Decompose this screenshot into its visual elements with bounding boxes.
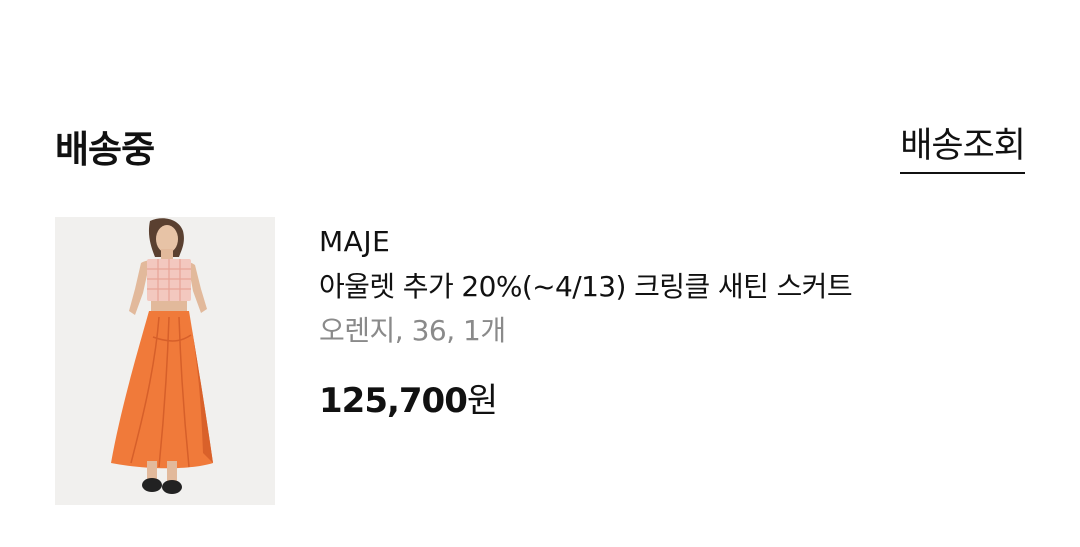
model-head bbox=[156, 225, 178, 253]
model-right-shoe bbox=[162, 480, 182, 494]
model-right-leg bbox=[167, 461, 177, 481]
product-brand: MAJE bbox=[319, 225, 391, 258]
product-options: 오렌지, 36, 1개 bbox=[319, 314, 506, 347]
product-info: MAJE 아울렛 추가 20%(~4/13) 크링클 새틴 스커트 오렌지, 3… bbox=[319, 224, 1039, 422]
delivery-status-title: 배송중 bbox=[55, 128, 155, 171]
order-header: 배송중 배송조회 bbox=[55, 120, 1026, 180]
price-amount: 125,700 bbox=[319, 381, 468, 421]
track-delivery-button[interactable]: 배송조회 bbox=[900, 124, 1026, 174]
price-currency: 원 bbox=[466, 381, 498, 421]
product-photo-illustration bbox=[55, 217, 275, 505]
product-price: 125,700원 bbox=[319, 380, 1039, 422]
model-left-shoe bbox=[142, 478, 162, 492]
product-name[interactable]: 아울렛 추가 20%(~4/13) 크링클 새틴 스커트 bbox=[319, 269, 1039, 305]
product-image[interactable] bbox=[55, 217, 275, 505]
